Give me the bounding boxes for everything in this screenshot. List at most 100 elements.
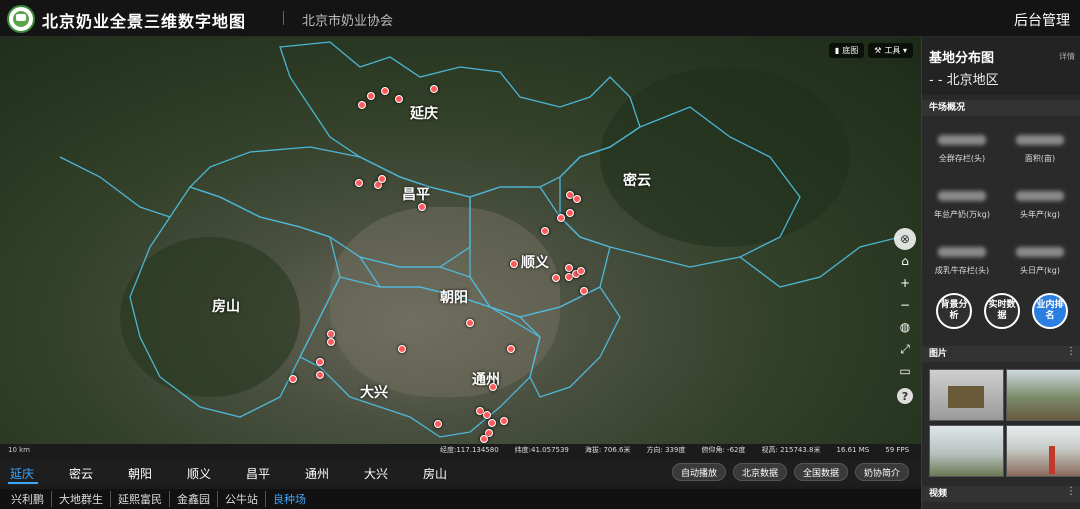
zoom-out-icon[interactable]: − (894, 294, 916, 316)
farm-photo[interactable] (1006, 425, 1080, 477)
farm-item[interactable]: 金鑫园 (170, 491, 218, 507)
map-toolbar: ▮ 底图 ⚒ 工具 ▾ (828, 43, 913, 58)
farm-item[interactable]: 兴利鹏 (4, 491, 52, 507)
farm-pin[interactable] (466, 319, 474, 327)
farm-pin[interactable] (367, 92, 375, 100)
compass-icon[interactable]: ⊗ (894, 228, 916, 250)
farm-pin[interactable] (577, 267, 585, 275)
ms-readout: 16.61 MS (836, 446, 870, 454)
background-analysis-button[interactable]: 背景分析 (936, 293, 972, 329)
stat-label: 全群存栏(头) (938, 154, 986, 163)
farm-pin[interactable] (327, 330, 335, 338)
stat-label: 年总产奶(万kg) (934, 210, 990, 219)
district-tabs: 延庆 密云 朝阳 顺义 昌平 通州 大兴 房山 自动播放 北京数据 全国数据 奶… (0, 460, 921, 486)
tab-miyun[interactable]: 密云 (69, 465, 93, 482)
tools-label: 工具 ▾ (884, 46, 907, 55)
more-icon[interactable]: ⋮ (1066, 486, 1076, 497)
tab-yanqing[interactable]: 延庆 (10, 465, 34, 482)
district-borders (59, 41, 901, 438)
side-header: 基地分布图 - - 北京地区 详情 (922, 37, 1080, 95)
video-header: 视频 (922, 486, 1080, 502)
farm-item[interactable]: 延熙富民 (111, 491, 170, 507)
farm-pin[interactable] (483, 411, 491, 419)
tab-chaoyang[interactable]: 朝阳 (128, 465, 152, 482)
farm-pin[interactable] (510, 260, 518, 268)
side-title: 基地分布图 (929, 51, 995, 66)
beijing-data-button[interactable]: 北京数据 (733, 463, 788, 481)
vr-icon[interactable]: ▭ (894, 360, 916, 382)
farm-pin[interactable] (500, 417, 508, 425)
blurred-value (1016, 191, 1064, 201)
fps-readout: 59 FPS (885, 446, 910, 454)
farm-pin[interactable] (566, 209, 574, 217)
farm-pin[interactable] (430, 85, 438, 93)
blurred-value (938, 135, 986, 145)
farm-pin[interactable] (541, 227, 549, 235)
farm-pin[interactable] (316, 358, 324, 366)
farm-pin[interactable] (316, 371, 324, 379)
blurred-value (1016, 135, 1064, 145)
home-icon[interactable]: ⌂ (894, 250, 916, 272)
farm-pin[interactable] (507, 345, 515, 353)
book-icon: ▮ (834, 46, 840, 55)
basemap-button[interactable]: ▮ 底图 (828, 43, 865, 58)
help-icon[interactable]: ? (897, 388, 913, 404)
farm-pin[interactable] (573, 195, 581, 203)
tab-tongzhou[interactable]: 通州 (305, 465, 329, 482)
farm-pin[interactable] (418, 203, 426, 211)
national-data-button[interactable]: 全国数据 (794, 463, 849, 481)
tab-fangshan[interactable]: 房山 (423, 465, 447, 482)
farm-pin[interactable] (434, 420, 442, 428)
autoplay-button[interactable]: 自动播放 (672, 463, 727, 481)
basemap-label: 底图 (842, 46, 859, 55)
farm-pin[interactable] (381, 87, 389, 95)
farm-pin[interactable] (358, 101, 366, 109)
tab-daxing[interactable]: 大兴 (364, 465, 388, 482)
farm-pin[interactable] (488, 419, 496, 427)
stat-per-head-day: 头日产(kg) (1003, 247, 1077, 276)
globe-icon[interactable]: ◍ (894, 316, 916, 338)
fullscreen-icon[interactable]: ⤢ (894, 338, 916, 360)
farm-pin[interactable] (398, 345, 406, 353)
district-label: 朝阳 (440, 290, 468, 306)
association-intro-button[interactable]: 奶协简介 (855, 463, 910, 481)
farm-item[interactable]: 大地群生 (52, 491, 111, 507)
farm-photo[interactable] (929, 425, 1004, 477)
farm-pin[interactable] (355, 179, 363, 187)
tab-shunyi[interactable]: 顺义 (187, 465, 211, 482)
satellite-map[interactable]: 延庆 昌平 密云 顺义 朝阳 房山 大兴 通州 ▮ 底图 ⚒ 工具 ▾ (0, 37, 921, 444)
farm-pin[interactable] (289, 375, 297, 383)
tab-changping[interactable]: 昌平 (246, 465, 270, 482)
map-controls: ⊗ ⌂ + − ◍ ⤢ ▭ ? (893, 228, 917, 404)
admin-link[interactable]: 后台管理 (1014, 10, 1070, 30)
blurred-value (938, 191, 986, 201)
farm-photo[interactable] (929, 369, 1004, 421)
photos-header: 图片 (922, 346, 1080, 362)
farm-pin[interactable] (480, 435, 488, 443)
farm-pin[interactable] (557, 214, 565, 222)
stat-label: 成乳牛存栏(头) (934, 266, 990, 275)
farm-pin[interactable] (552, 274, 560, 282)
industry-ranking-button[interactable]: 业内排名 (1032, 293, 1068, 329)
farm-item-active[interactable]: 良种场 (266, 491, 313, 507)
dairy-association-logo (7, 5, 35, 33)
zoom-in-icon[interactable]: + (894, 272, 916, 294)
tools-button[interactable]: ⚒ 工具 ▾ (868, 43, 913, 58)
farm-pin[interactable] (395, 95, 403, 103)
lon-readout: 经度:117.134580 (440, 446, 499, 454)
more-icon[interactable]: ⋮ (1066, 346, 1076, 357)
farm-pin[interactable] (327, 338, 335, 346)
stat-annual-milk: 年总产奶(万kg) (925, 191, 999, 220)
farm-pin[interactable] (489, 383, 497, 391)
stat-label: 头年产(kg) (1020, 210, 1060, 219)
lat-readout: 纬度:41.057539 (514, 446, 569, 454)
farm-pin[interactable] (580, 287, 588, 295)
subtitle: 北京市奶业协会 (302, 14, 394, 29)
farm-pin[interactable] (378, 175, 386, 183)
farm-item[interactable]: 公牛站 (218, 491, 266, 507)
detail-link[interactable]: 详情 (1059, 51, 1075, 62)
map-status-bar: 经度:117.134580 纬度:41.057539 海拔: 706.6米 方向… (440, 444, 921, 456)
realtime-data-button[interactable]: 实时数据 (984, 293, 1020, 329)
farm-photo[interactable] (1006, 369, 1080, 421)
district-label: 大兴 (360, 385, 388, 401)
